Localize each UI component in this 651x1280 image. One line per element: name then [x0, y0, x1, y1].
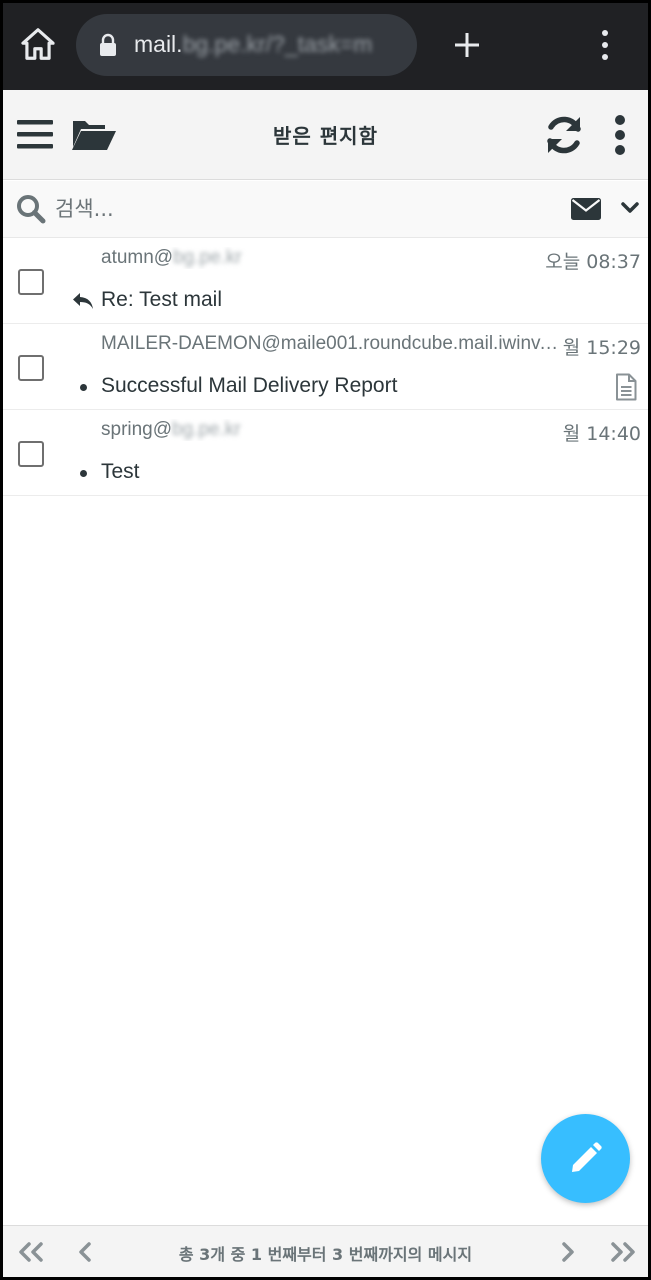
- message-subject[interactable]: Successful Mail Delivery Report: [101, 374, 397, 398]
- message-row[interactable]: atumn@bg.pe.kr 오늘 08:37 Re: Test mail: [3, 238, 648, 324]
- plus-icon[interactable]: [453, 31, 481, 59]
- address-bar[interactable]: mail.bg.pe.kr/?_task=m: [76, 14, 417, 76]
- message-date: 월 14:40: [562, 423, 641, 445]
- refresh-icon[interactable]: [543, 114, 585, 156]
- reply-icon: [73, 293, 93, 309]
- message-count: 총 3개 중 1 번째부터 3 번째까지의 메시지: [178, 1245, 473, 1264]
- url-prefix: mail.: [134, 31, 183, 57]
- url-text: mail.bg.pe.kr/?_task=m: [134, 31, 372, 58]
- pagination-bar: 총 3개 중 1 번째부터 3 번째까지의 메시지: [3, 1225, 648, 1277]
- message-from: MAILER-DAEMON@maile001.roundcube.mail.iw…: [101, 333, 561, 355]
- message-date: 월 15:29: [562, 337, 641, 359]
- select-checkbox[interactable]: [18, 355, 44, 381]
- vertical-dots-icon[interactable]: [611, 114, 629, 156]
- message-subject[interactable]: Re: Test mail: [101, 288, 222, 312]
- document-icon: [616, 373, 637, 401]
- message-row[interactable]: spring@bg.pe.kr 월 14:40 Test: [3, 410, 648, 496]
- message-subject[interactable]: Test: [101, 460, 140, 484]
- read-status-dot: [80, 384, 87, 391]
- message-from: atumn@bg.pe.kr: [101, 247, 561, 269]
- browser-toolbar: mail.bg.pe.kr/?_task=m: [3, 3, 648, 90]
- select-checkbox[interactable]: [18, 441, 44, 467]
- message-row[interactable]: MAILER-DAEMON@maile001.roundcube.mail.iw…: [3, 324, 648, 410]
- chevron-down-icon[interactable]: [620, 201, 640, 215]
- from-visible: atumn@: [101, 247, 174, 268]
- lock-icon: [100, 33, 116, 56]
- vertical-dots-icon[interactable]: [595, 27, 615, 63]
- from-obscured: bg.pe.kr: [173, 247, 242, 268]
- envelope-icon[interactable]: [571, 198, 601, 220]
- search-icon[interactable]: [16, 194, 46, 224]
- mailbox-header: 받은 편지함: [3, 90, 648, 180]
- pencil-icon: [572, 1142, 602, 1172]
- app-frame: mail.bg.pe.kr/?_task=m 받은 편지함 검색... atum…: [3, 3, 648, 1277]
- select-checkbox[interactable]: [18, 269, 44, 295]
- from-obscured: bg.pe.kr: [172, 419, 241, 440]
- message-list: atumn@bg.pe.kr 오늘 08:37 Re: Test mail MA…: [3, 238, 648, 496]
- read-status-dot: [80, 470, 87, 477]
- compose-button[interactable]: [541, 1114, 630, 1203]
- double-chevron-right-icon[interactable]: [609, 1242, 637, 1262]
- message-from: spring@bg.pe.kr: [101, 419, 561, 441]
- from-visible: MAILER-DAEMON@maile001.roundcube.mail.iw…: [101, 333, 561, 354]
- search-input[interactable]: [55, 191, 535, 227]
- search-bar: [3, 181, 648, 238]
- home-icon[interactable]: [19, 25, 57, 63]
- chevron-right-icon[interactable]: [560, 1242, 576, 1262]
- message-date: 오늘 08:37: [545, 251, 641, 273]
- from-visible: spring@: [101, 419, 173, 440]
- url-obscured: bg.pe.kr/?_task=m: [182, 31, 373, 57]
